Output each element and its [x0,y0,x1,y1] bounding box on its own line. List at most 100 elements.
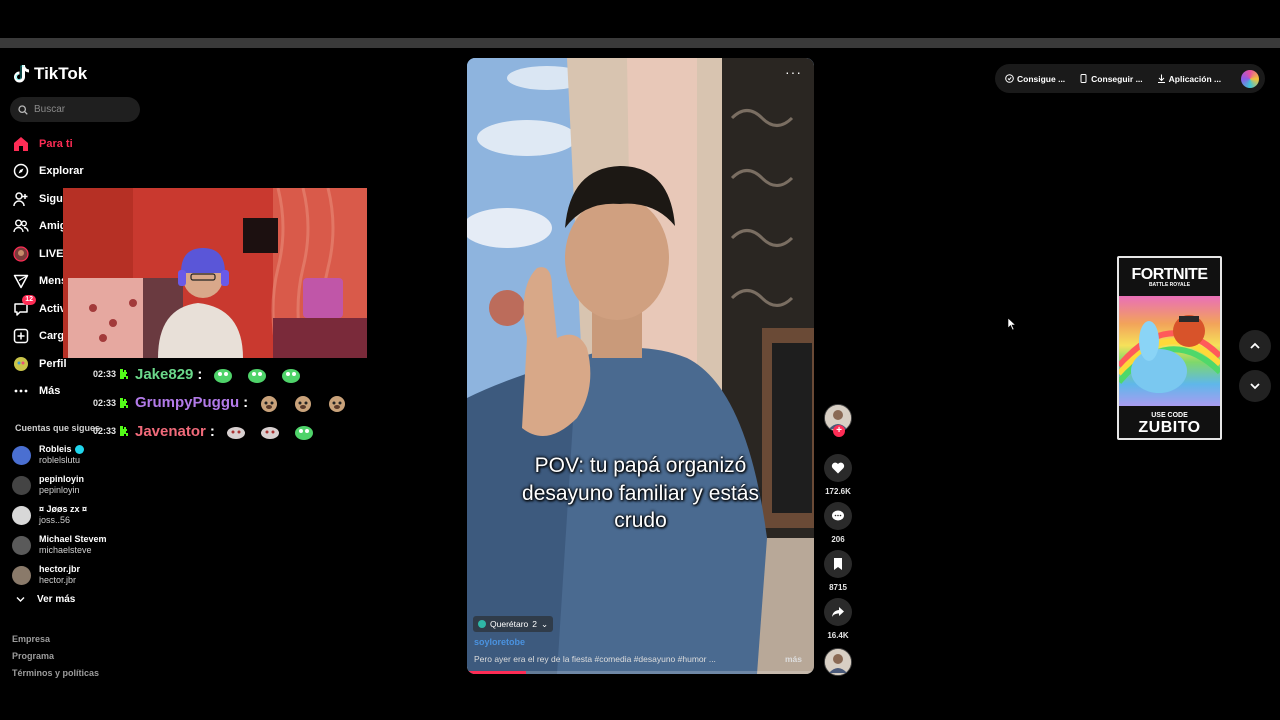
account-name: Michael Stevem [39,534,107,544]
emote-icon [248,369,267,384]
avatar [12,505,31,525]
account-username: joss..56 [39,515,71,525]
following-account[interactable]: hector.jbr hector.jbr [12,560,152,590]
video-author[interactable]: soyloretobe [474,637,525,647]
download-icon [1157,74,1165,83]
profile-icon [12,355,30,373]
browser-tab-strip [0,38,1280,48]
avatar [12,475,31,495]
share-button[interactable] [824,598,852,626]
location-pill[interactable]: Querétaro 2 ⌄ [473,616,554,632]
top-action-label: Aplicación ... [1168,73,1222,84]
chat-separator: : [209,422,215,440]
location-name: Querétaro [490,619,529,629]
video-progress-bar[interactable] [467,671,814,674]
account-name: hector.jbr [39,564,81,574]
see-more-label: Ver más [37,594,76,605]
logo-text: TikTok [34,64,88,83]
footer-link-program[interactable]: Programa [12,651,99,668]
phone-icon [1080,74,1087,83]
chat-username: Javenator [135,422,206,440]
avatar [12,445,31,465]
search-icon [18,104,28,115]
more-icon [12,382,30,400]
emote-icon [295,395,312,412]
nav-label: Perfil [39,357,67,370]
emote-icon [226,427,245,440]
next-video-button[interactable] [1239,370,1271,402]
video-menu-button[interactable]: ··· [785,64,802,80]
location-icon [478,620,486,628]
footer-link-terms[interactable]: Términos y políticas [12,668,99,685]
footer-link-company[interactable]: Empresa [12,634,99,651]
video-actions: + 172.6K 206 8715 16.4K [822,404,854,676]
tiktok-logo-icon [14,65,29,83]
nav-label: Para ti [39,137,73,150]
coin-icon [1005,74,1014,83]
top-action-label: Consigue ... [1017,73,1066,84]
follow-plus-icon[interactable]: + [833,425,845,437]
upload-icon [12,327,30,345]
like-button[interactable] [824,454,852,482]
webcam-scene [63,188,367,358]
share-icon [832,607,844,617]
get-coins-button[interactable]: Consigue ... [1005,74,1065,84]
chevron-down-icon [1250,383,1260,390]
chevron-down-icon [16,597,25,602]
following-account[interactable]: ¤ Jøøs zx ¤ joss..56 [12,500,152,530]
see-more-button[interactable]: Ver más [16,594,75,605]
following-account[interactable]: pepinloyin pepinloyin [12,470,152,500]
following-icon [12,190,30,208]
share-count: 16.4K [827,631,849,640]
emote-icon [282,369,301,384]
desktop-app-button[interactable]: Aplicación ... [1157,74,1221,84]
emote-icon [214,369,233,384]
tiktok-logo[interactable]: TikTok [14,64,87,84]
following-list: Robleis roblelslutu pepinloyin pepinloyi… [12,440,152,590]
top-actions-bar: Consigue ... Conseguir ... Aplicación ..… [995,64,1265,93]
video-progress-fill [467,671,526,674]
kick-icon [120,426,128,437]
user-avatar[interactable] [1241,69,1259,88]
video-frame [467,58,814,674]
chat-separator: : [243,394,249,412]
chevron-up-icon [1250,342,1260,349]
live-icon [12,245,30,263]
comment-count: 206 [831,535,845,544]
chat-message: 02:33 Javenator : [93,417,373,446]
comment-button[interactable] [824,502,852,530]
sponsor-banner: FORTNITE BATTLE ROYALE USE CODE ZUBITO [1117,256,1222,440]
compass-icon [12,162,30,180]
location-count: 2 [532,619,538,629]
chat-username: Jake829 [135,365,194,383]
save-count: 8715 [829,583,847,592]
account-username: michaelsteve [39,545,92,555]
comment-icon [832,510,844,521]
chat-username: GrumpyPuggu [135,394,240,412]
chat-timestamp: 02:33 [93,426,117,437]
nav-label: Explorar [39,165,84,178]
save-button[interactable] [824,550,852,578]
ad-code: ZUBITO [1138,418,1201,436]
nav-item-explore[interactable]: Explorar [12,158,152,186]
author-avatar[interactable]: + [824,404,852,437]
activity-icon: 12 [12,294,36,318]
kick-icon [120,397,128,408]
get-app-button[interactable]: Conseguir ... [1079,74,1143,84]
music-disc-avatar[interactable] [824,648,852,676]
account-username: roblelslutu [39,455,81,465]
search-box[interactable] [10,97,140,122]
mouse-cursor-icon [1008,318,1016,330]
chat-timestamp: 02:33 [93,397,117,408]
account-name: ¤ Jøøs zx ¤ [39,504,88,514]
following-account[interactable]: Michael Stevem michaelsteve [12,530,152,560]
account-username: hector.jbr [39,575,77,585]
video-player[interactable]: ··· POV: tu papá organizó desayuno famil… [467,58,814,674]
chat-message: 02:33 Jake829 : [93,360,373,389]
nav-label: Más [39,385,61,398]
nav-item-for-you[interactable]: Para ti [12,130,152,158]
previous-video-button[interactable] [1239,330,1271,362]
description-more-button[interactable]: más [785,654,802,664]
search-input[interactable] [34,104,129,115]
verified-icon [74,445,84,454]
